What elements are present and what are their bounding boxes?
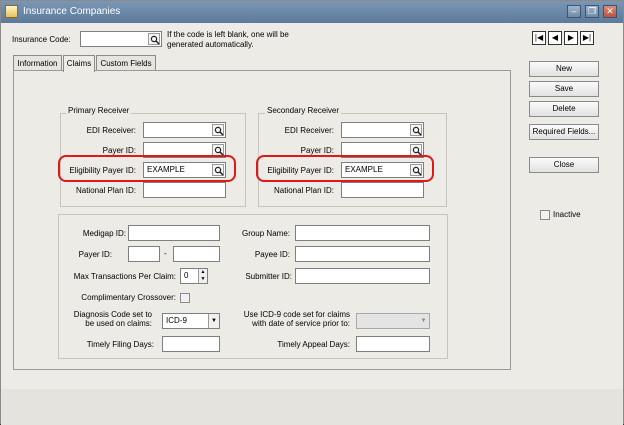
insurance-companies-window: Insurance Companies – ❐ ✕ Insurance Code…: [0, 0, 624, 425]
primary-edi-field[interactable]: [143, 122, 226, 138]
restore-icon[interactable]: ❐: [585, 5, 599, 18]
primary-receiver-title: Primary Receiver: [66, 106, 132, 115]
tab-claims[interactable]: Claims: [63, 55, 95, 72]
close-button[interactable]: Close: [529, 157, 599, 173]
inactive-label: Inactive: [553, 210, 581, 219]
icd9-label: Use ICD-9 code set for claims with date …: [228, 310, 350, 328]
payer-id-field-1[interactable]: [128, 246, 160, 262]
icd9-label-line-1: Use ICD-9 code set for claims: [243, 310, 350, 319]
primary-national-field[interactable]: [143, 182, 226, 198]
secondary-national-label: National Plan ID:: [273, 186, 334, 195]
timely-appeal-field[interactable]: [356, 336, 430, 352]
group-name-label: Group Name:: [241, 229, 290, 238]
primary-payer-label: Payer ID:: [102, 146, 136, 155]
payer-id-field-2[interactable]: [173, 246, 220, 262]
payee-id-label: Payee ID:: [254, 250, 290, 259]
diagnosis-code-value: ICD-9: [166, 316, 187, 325]
payee-id-field[interactable]: [295, 246, 430, 262]
timely-appeal-label: Timely Appeal Days:: [277, 340, 350, 349]
submitter-id-field[interactable]: [295, 268, 430, 284]
max-transactions-label: Max Transactions Per Claim:: [73, 272, 176, 281]
insurance-code-lookup-icon[interactable]: [148, 33, 160, 45]
secondary-edi-field[interactable]: [341, 122, 424, 138]
diagnosis-code-label-line-2: be used on claims:: [85, 319, 152, 328]
close-icon[interactable]: ✕: [603, 5, 617, 18]
insurance-code-field[interactable]: [80, 31, 162, 47]
primary-edi-lookup-icon[interactable]: [212, 124, 224, 136]
window-icon: [5, 5, 18, 18]
diagnosis-dropdown-icon[interactable]: ▼: [208, 314, 219, 328]
next-record-button[interactable]: ▶: [564, 31, 578, 45]
secondary-edi-lookup-icon[interactable]: [410, 124, 422, 136]
max-transactions-value: 0: [184, 271, 189, 280]
tab-custom-fields[interactable]: Custom Fields: [96, 55, 156, 71]
medigap-label: Medigap ID:: [82, 229, 126, 238]
diagnosis-code-select[interactable]: ICD-9 ▼: [162, 313, 220, 329]
status-area: [1, 389, 623, 425]
timely-filing-label: Timely Filing Days:: [86, 340, 154, 349]
payer-id-separator: -: [164, 249, 167, 258]
submitter-id-label: Submitter ID:: [245, 272, 292, 281]
window-title: Insurance Companies: [23, 6, 121, 17]
tab-information[interactable]: Information: [13, 55, 62, 71]
complimentary-crossover-label: Complimentary Crossover:: [81, 293, 176, 302]
inactive-checkbox[interactable]: [540, 210, 550, 220]
group-name-field[interactable]: [295, 225, 430, 241]
primary-national-label: National Plan ID:: [75, 186, 136, 195]
insurance-code-hint: If the code is left blank, one will be g…: [167, 30, 289, 49]
secondary-edi-label: EDI Receiver:: [284, 126, 334, 135]
icd9-dropdown-icon[interactable]: ▼: [418, 314, 429, 328]
secondary-receiver-title: Secondary Receiver: [265, 106, 342, 115]
max-transactions-field[interactable]: 0 ▲ ▼: [180, 268, 208, 284]
previous-record-button[interactable]: ◀: [548, 31, 562, 45]
last-record-button[interactable]: ▶|: [580, 31, 594, 45]
max-transactions-spinner[interactable]: ▲ ▼: [198, 269, 207, 283]
diagnosis-code-label: Diagnosis Code set to be used on claims:: [54, 310, 152, 328]
save-button[interactable]: Save: [529, 81, 599, 97]
title-bar: Insurance Companies – ❐ ✕: [1, 1, 623, 23]
delete-button[interactable]: Delete: [529, 101, 599, 117]
icd9-label-line-2: with date of service prior to:: [252, 319, 350, 328]
insurance-code-label: Insurance Code:: [12, 35, 71, 44]
icd9-date-select[interactable]: ▼: [356, 313, 430, 329]
timely-filing-field[interactable]: [162, 336, 220, 352]
primary-eligibility-highlight: [58, 155, 236, 182]
medigap-field[interactable]: [128, 225, 220, 241]
secondary-national-field[interactable]: [341, 182, 424, 198]
primary-edi-label: EDI Receiver:: [86, 126, 136, 135]
new-button[interactable]: New: [529, 61, 599, 77]
payer-id-label: Payer ID:: [78, 250, 112, 259]
diagnosis-code-label-line-1: Diagnosis Code set to: [73, 310, 152, 319]
secondary-eligibility-highlight: [256, 155, 434, 182]
complimentary-crossover-checkbox[interactable]: [180, 293, 190, 303]
first-record-button[interactable]: |◀: [532, 31, 546, 45]
secondary-payer-label: Payer ID:: [300, 146, 334, 155]
claims-tab-panel: Primary Receiver EDI Receiver: Payer ID:…: [13, 70, 511, 370]
minimize-icon[interactable]: –: [567, 5, 581, 18]
required-fields-button[interactable]: Required Fields...: [529, 124, 599, 140]
